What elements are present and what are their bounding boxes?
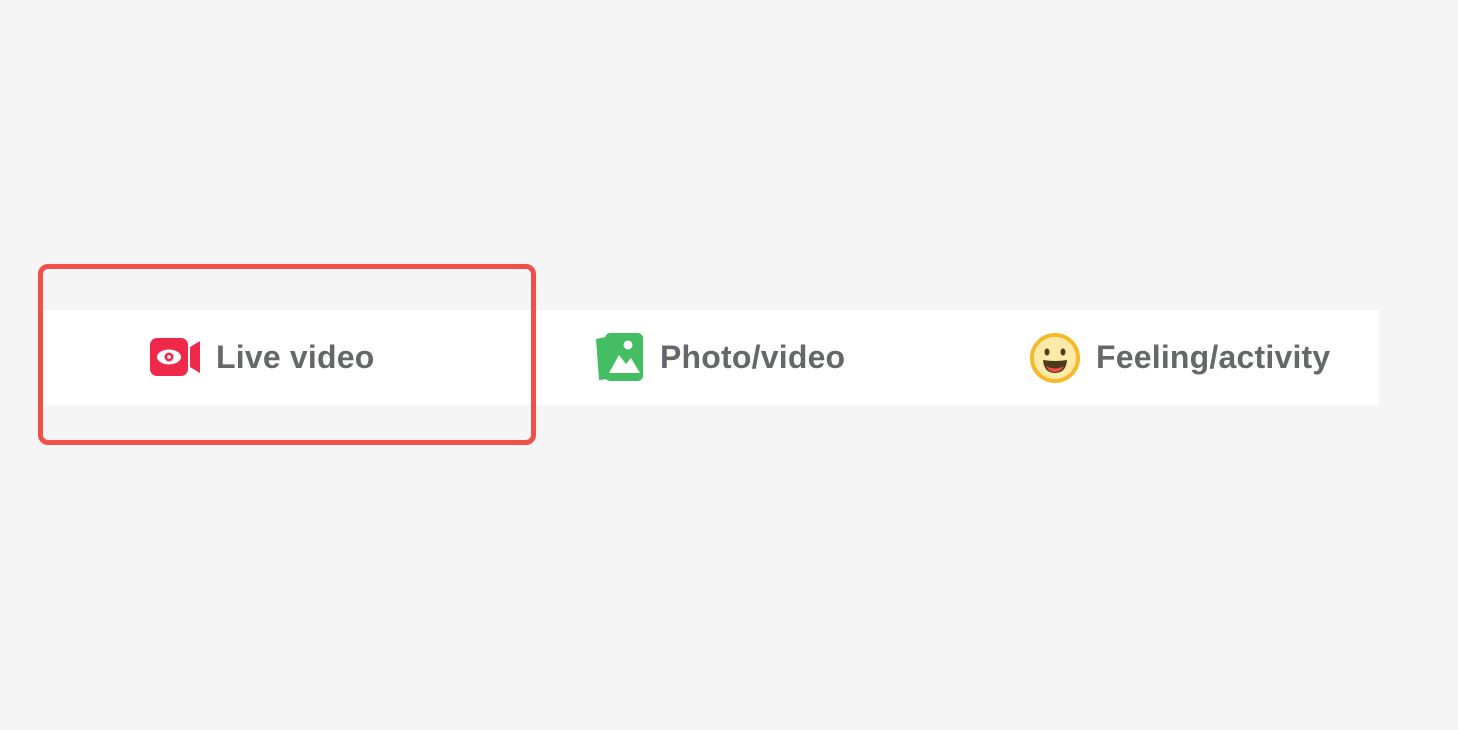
photo-video-label: Photo/video <box>660 339 846 375</box>
live-video-label: Live video <box>216 339 375 375</box>
feeling-activity-button[interactable]: Feeling/activity <box>1028 310 1330 405</box>
photo-video-button[interactable]: Photo/video <box>592 310 845 405</box>
live-video-button[interactable]: Live video <box>148 310 375 405</box>
feeling-activity-icon <box>1028 331 1082 385</box>
live-video-icon <box>148 331 202 385</box>
feeling-activity-label: Feeling/activity <box>1096 339 1331 375</box>
photo-video-icon <box>592 331 646 385</box>
composer-action-bar: Live video Photo/video Feeling/activity <box>42 310 1379 405</box>
